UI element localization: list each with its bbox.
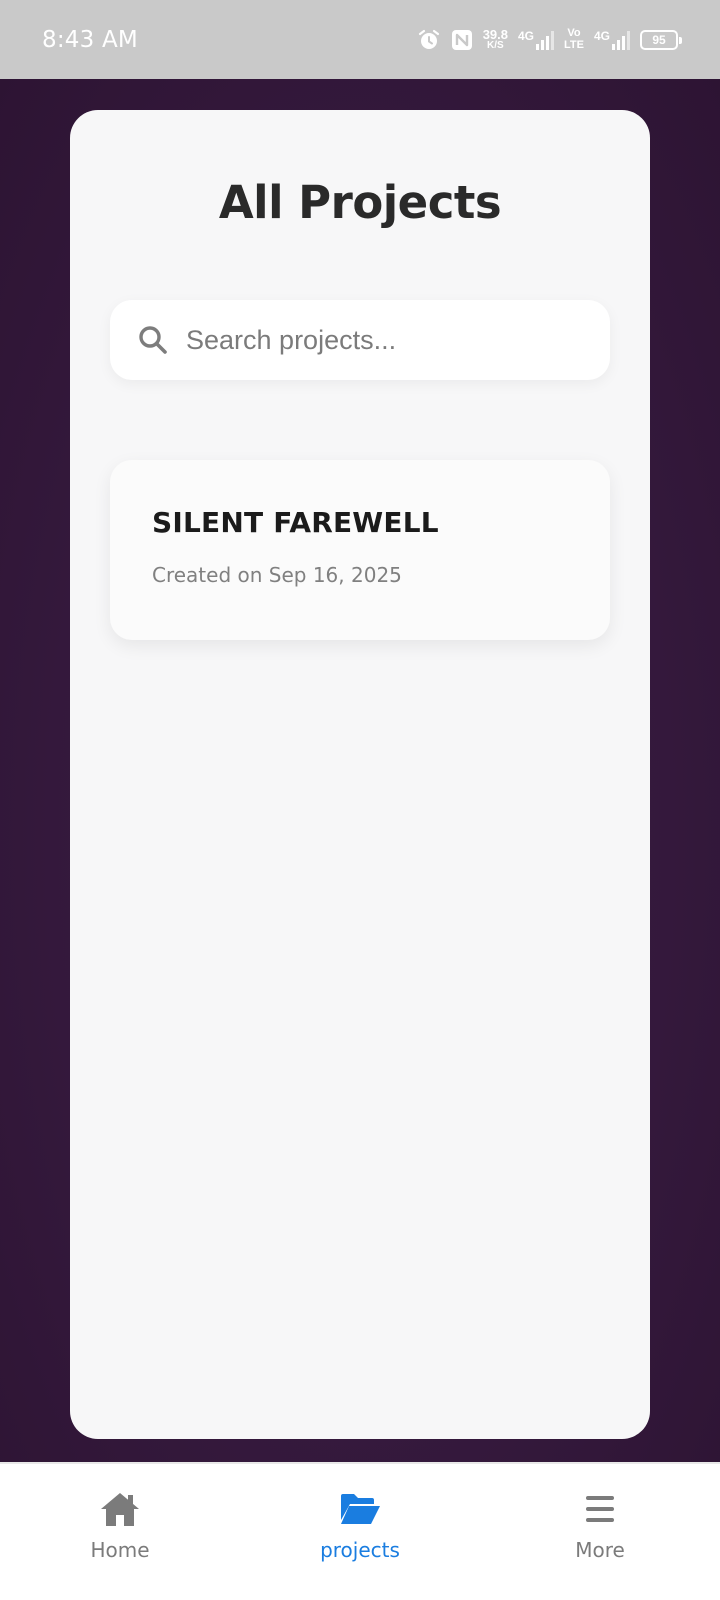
nav-label-more: More (575, 1538, 625, 1562)
signal-1: 4G (518, 28, 555, 50)
search-bar[interactable] (110, 300, 610, 380)
project-name: SILENT FAREWELL (152, 506, 439, 539)
battery-icon: 95 (640, 29, 682, 50)
volte-indicator: Vo LTE (564, 26, 584, 51)
signal-2-label: 4G (593, 28, 610, 43)
nav-label-home: Home (90, 1538, 150, 1562)
nav-item-home[interactable]: Home (20, 1464, 220, 1562)
project-created-date: Created on Sep 16, 2025 (152, 563, 402, 587)
search-icon (139, 326, 167, 354)
volte-top: Vo (567, 26, 581, 39)
menu-icon (586, 1496, 614, 1522)
volte-bottom: LTE (564, 38, 584, 51)
signal-1-label: 4G (518, 28, 535, 43)
folder-open-icon (341, 1494, 380, 1524)
signal-bars-icon (536, 30, 555, 50)
status-bar: 8:43 AM 39.8 K/S 4G Vo LTE 4G 95 (0, 0, 720, 79)
signal-2: 4G (594, 30, 630, 50)
nav-item-projects[interactable]: projects (260, 1464, 460, 1562)
page-title: All Projects (218, 176, 502, 229)
alarm-icon (417, 28, 441, 52)
project-card[interactable]: SILENT FAREWELL Created on Sep 16, 2025 (110, 460, 610, 640)
network-speed: 39.8 K/S (483, 28, 508, 51)
projects-panel: All Projects SILENT FAREWELL Created on … (70, 110, 650, 1439)
search-input[interactable] (186, 324, 586, 356)
status-time: 8:43 AM (42, 26, 138, 53)
signal-bars-icon (612, 30, 630, 50)
nav-label-projects: projects (320, 1538, 400, 1562)
status-icons: 39.8 K/S 4G Vo LTE 4G 95 (417, 26, 682, 52)
nav-item-more[interactable]: More (500, 1464, 700, 1562)
network-speed-unit: K/S (487, 40, 504, 51)
home-icon (101, 1493, 139, 1526)
nfc-icon (451, 29, 473, 51)
bottom-nav: Home projects More (0, 1462, 720, 1600)
